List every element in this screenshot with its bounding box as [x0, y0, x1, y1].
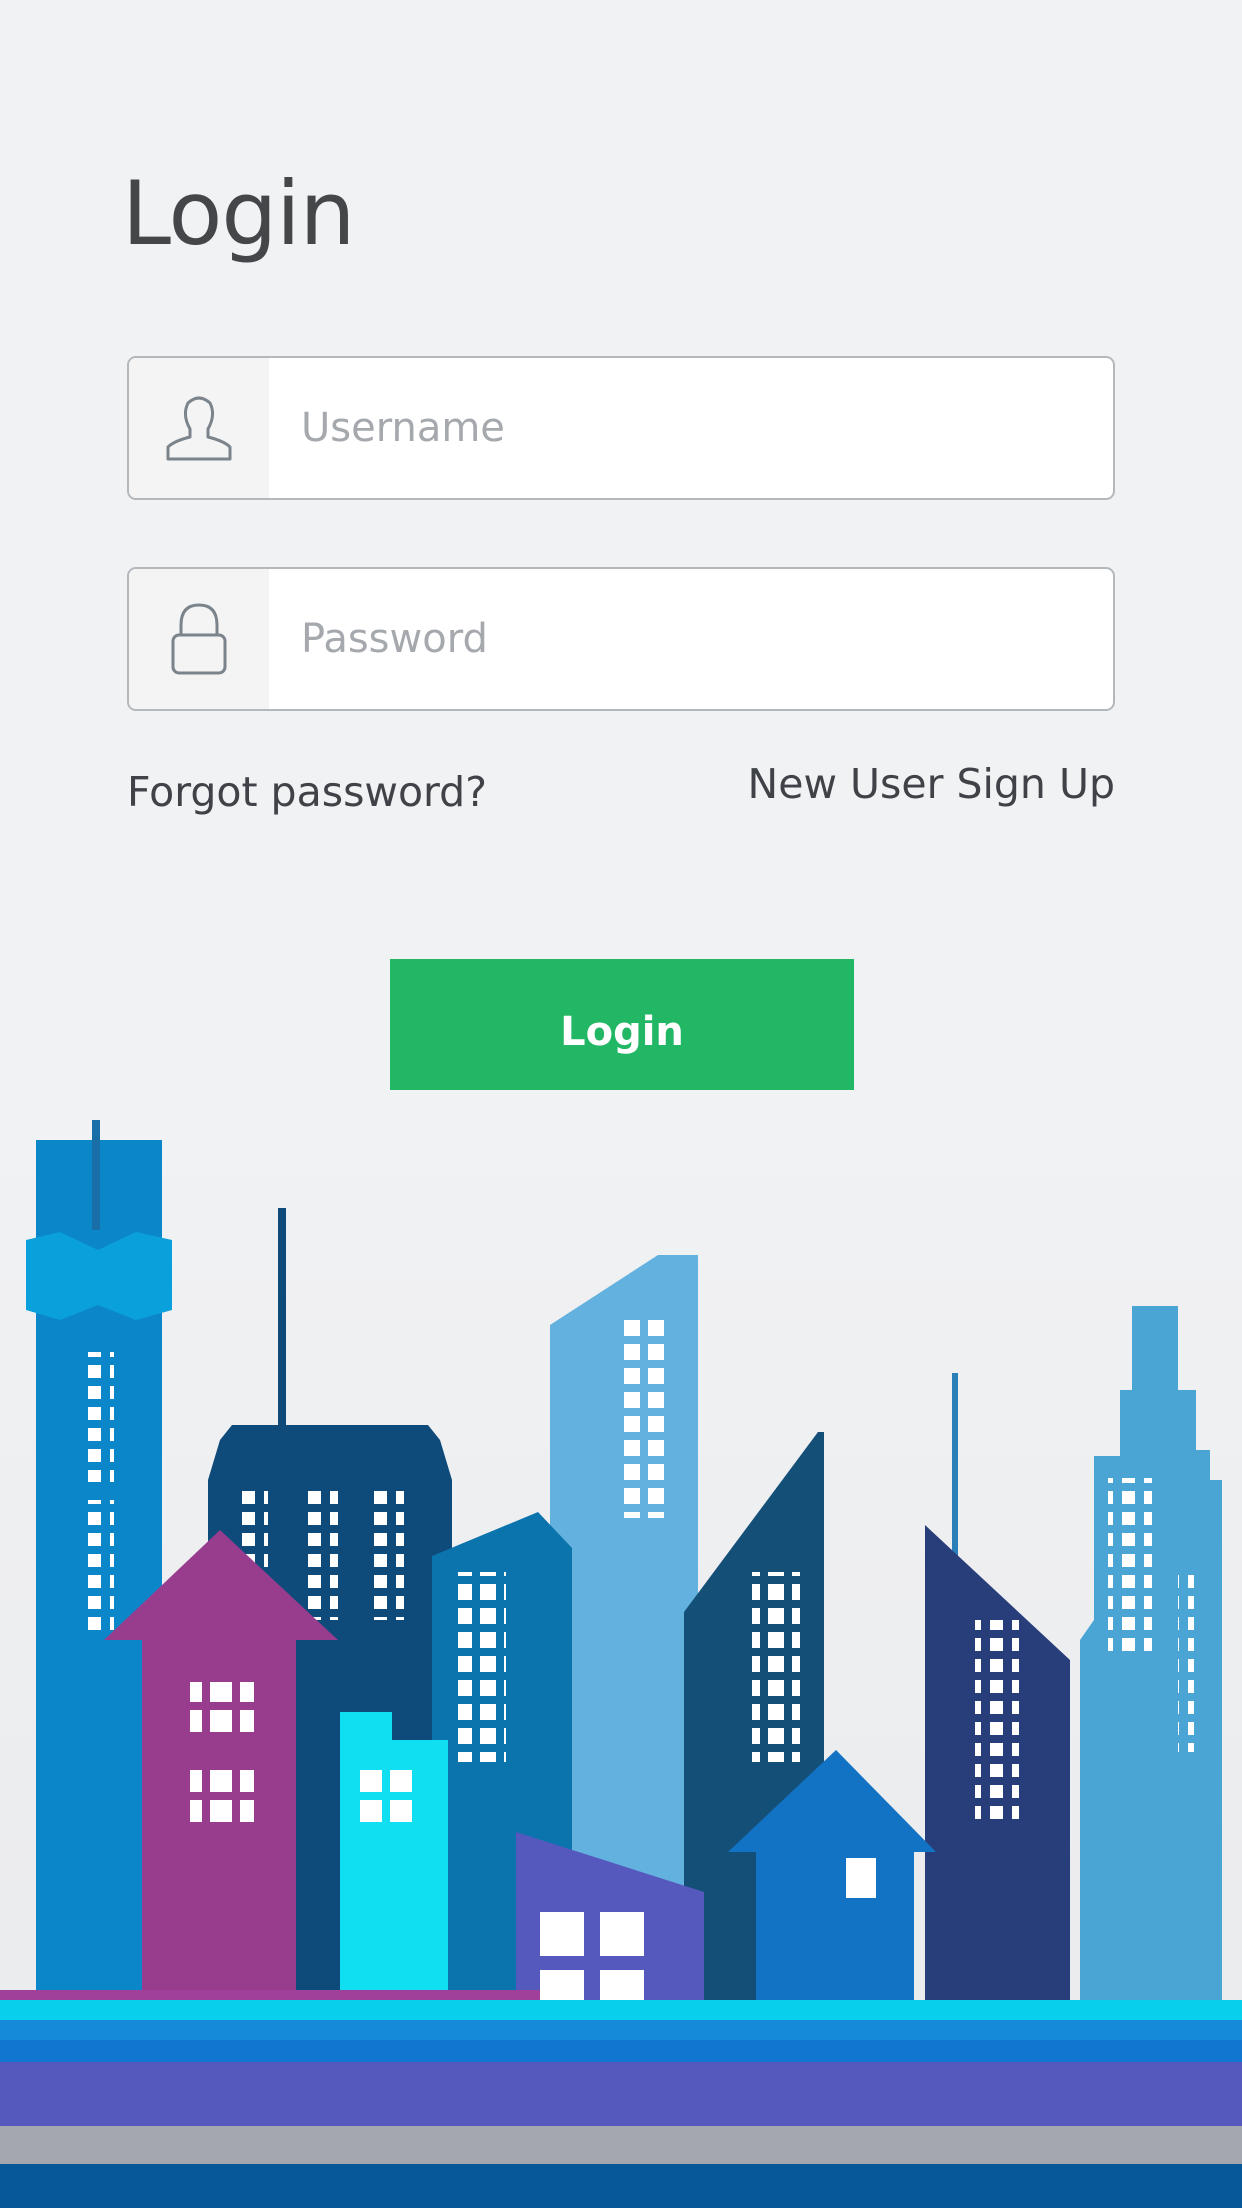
user-icon [129, 358, 269, 498]
forgot-password-link[interactable]: Forgot password? [127, 768, 487, 816]
cyan-building [340, 1712, 448, 2030]
city-skyline-illustration [0, 1090, 1242, 2208]
username-input[interactable] [269, 358, 1113, 498]
lock-icon [129, 569, 269, 709]
password-field[interactable] [127, 567, 1115, 711]
login-button[interactable]: Login [390, 959, 854, 1104]
username-field[interactable] [127, 356, 1115, 500]
sign-up-link[interactable]: New User Sign Up [748, 760, 1115, 808]
page-title: Login [122, 162, 355, 265]
password-input[interactable] [269, 569, 1113, 709]
